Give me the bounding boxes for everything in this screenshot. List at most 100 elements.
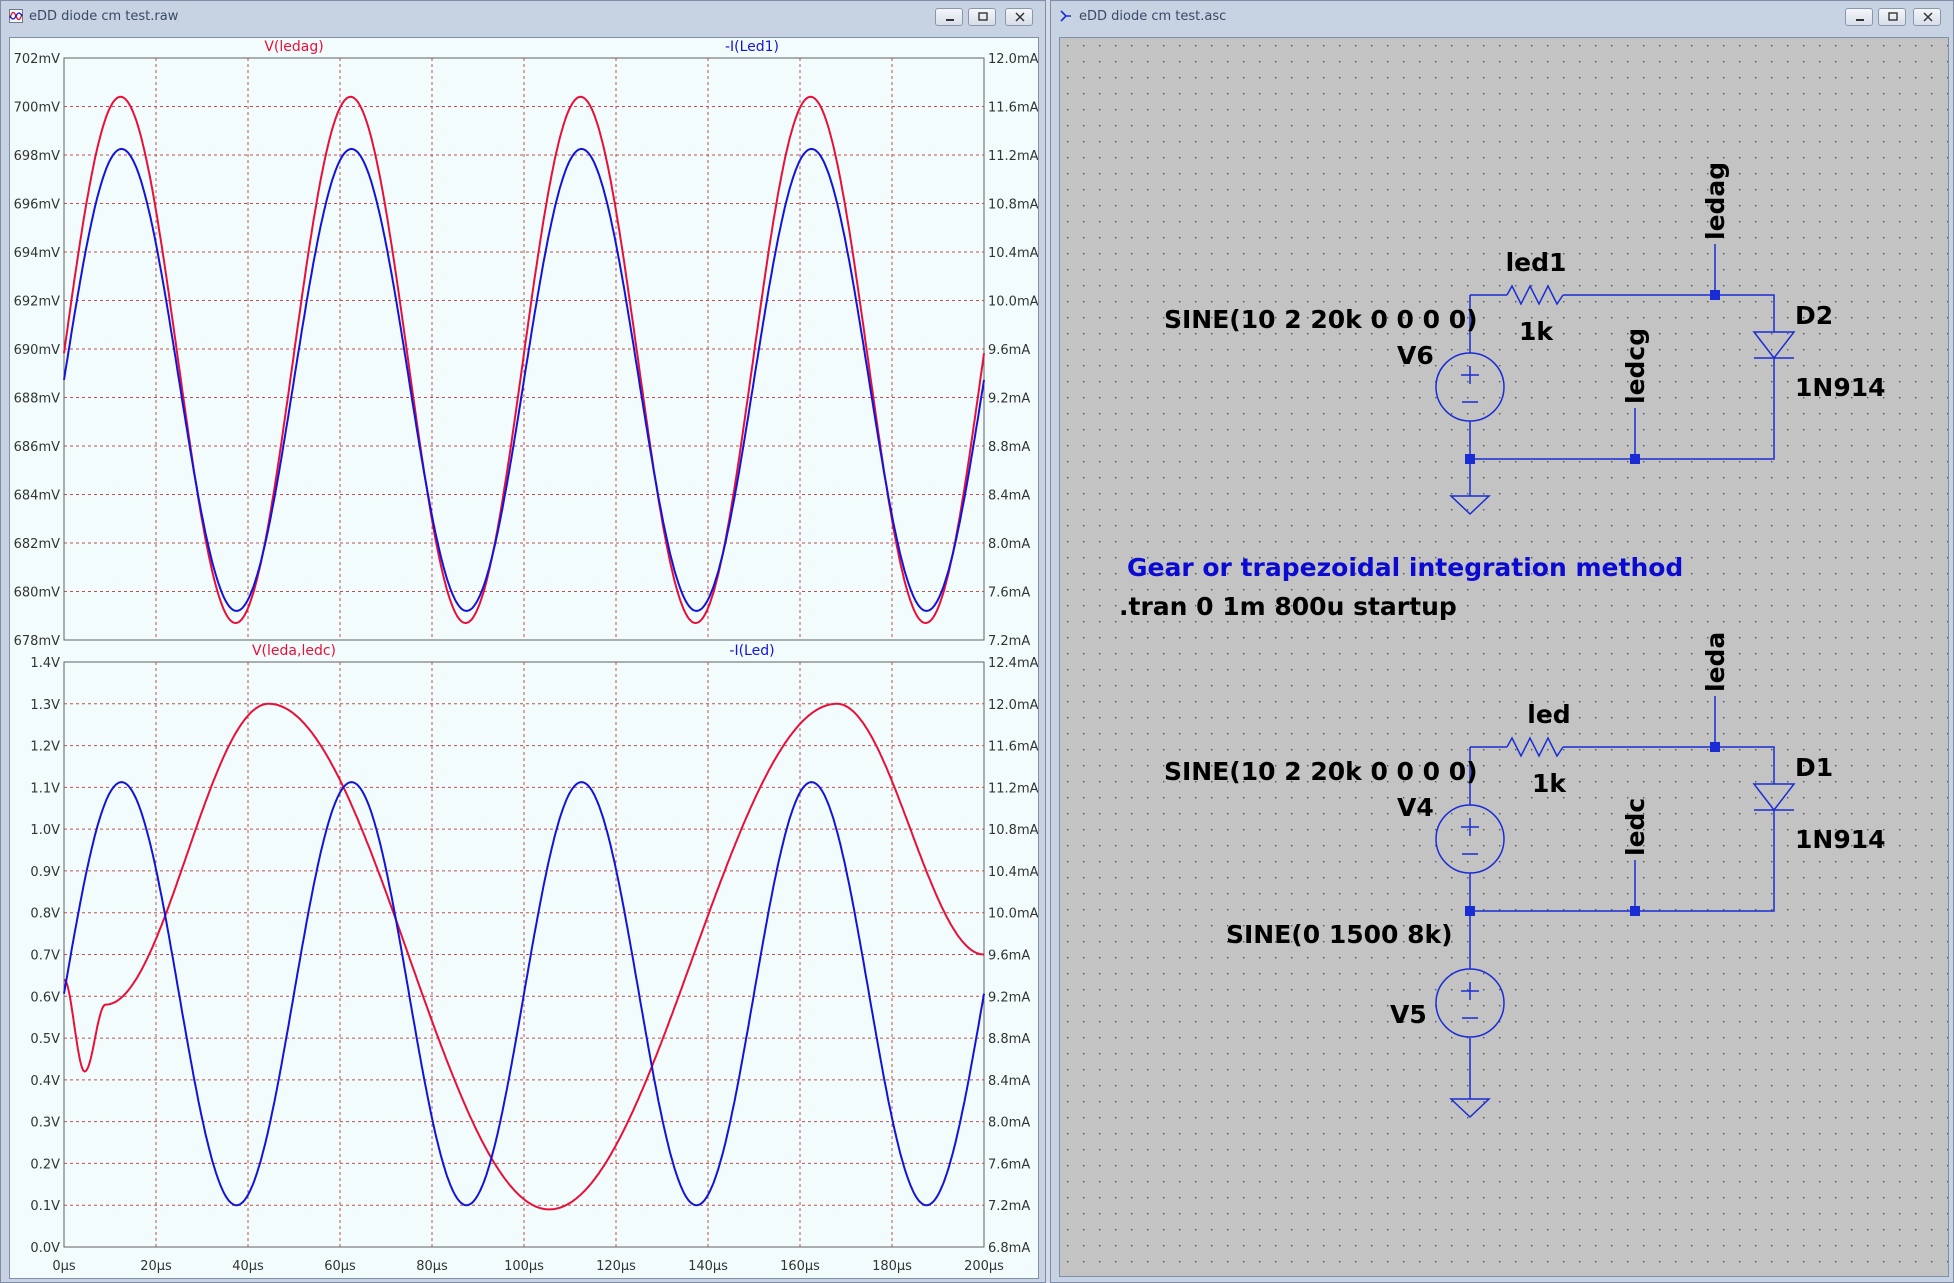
y-right-tick-label: 8.4mA [988,1074,1030,1089]
y-right-tick-label: 9.2mA [988,392,1030,407]
diode-d1-name: D1 [1795,753,1833,782]
node-label-ledcg: ledcg [1621,328,1650,404]
diode-d2-name: D2 [1795,301,1833,330]
y-left-tick-label: 702mV [14,52,60,67]
y-left-tick-label: 700mV [14,101,60,116]
schematic-window: eDD diode cm test.asc SINE(10 2 20k 0 0 … [1050,0,1954,1283]
x-tick-label: 0µs [52,1259,76,1274]
y-left-tick-label: 694mV [14,246,60,261]
y-right-tick-label: 7.2mA [988,1199,1030,1214]
y-right-tick-label: 12.0mA [988,698,1038,713]
legend-label: V(leda,ledc) [252,643,336,659]
y-left-tick-label: 1.4V [30,656,60,671]
x-tick-label: 20µs [140,1259,172,1274]
schematic-window-title: eDD diode cm test.asc [1079,9,1227,24]
y-right-tick-label: 9.6mA [988,343,1030,358]
y-left-tick-label: 1.1V [30,781,60,796]
close-button[interactable] [1005,8,1033,26]
y-right-tick-label: 8.0mA [988,537,1030,552]
legend-label: -I(Led1) [725,39,779,55]
y-right-tick-label: 8.0mA [988,1116,1030,1131]
y-left-tick-label: 0.2V [30,1157,60,1172]
integration-method-comment[interactable]: Gear or trapezoidal integration method [1127,553,1683,582]
y-right-tick-label: 10.0mA [988,295,1038,310]
schematic-app-icon [1060,10,1071,22]
y-right-tick-label: 7.6mA [988,586,1030,601]
y-left-tick-label: 680mV [14,586,60,601]
waveform-window: eDD diode cm test.raw 678mV 680mV 682mV 684… [0,0,1046,1283]
y-left-tick-label: 0.9V [30,865,60,880]
diode-d1-model: 1N914 [1795,825,1886,854]
y-right-tick-label: 7.6mA [988,1157,1030,1172]
restore-button[interactable] [968,8,996,26]
waveform-plot-area[interactable]: 678mV 680mV 682mV 684mV 686mV 688mV 690mV 692mV… [9,37,1039,1279]
waveform-plots[interactable]: 678mV 680mV 682mV 684mV 686mV 688mV 690mV 692mV… [10,38,1038,1278]
y-left-tick-label: 0.0V [30,1241,60,1256]
x-tick-label: 40µs [232,1259,264,1274]
y-left-tick-label: 0.4V [30,1074,60,1089]
x-tick-label: 80µs [416,1259,448,1274]
node-label-leda: leda [1701,632,1730,692]
y-right-tick-label: 11.2mA [988,149,1038,164]
node-label-ledag: ledag [1701,162,1730,240]
y-right-tick-label: 8.8mA [988,1032,1030,1047]
y-left-tick-label: 682mV [14,537,60,552]
x-tick-label: 200µs [964,1259,1004,1274]
minimize-icon [946,19,954,21]
plot-panel-1: 678mV 680mV 682mV 684mV 686mV 688mV 690mV 692mV… [14,39,1038,649]
y-right-tick-label: 7.2mA [988,634,1030,649]
x-tick-label: 60µs [324,1259,356,1274]
v5-source-value: SINE(0 1500 8k) [1226,920,1453,949]
schematic-drawing[interactable]: SINE(10 2 20k 0 0 0 0) V6 led1 1k ledag … [1060,38,1948,1276]
resistor-led1-value: 1k [1519,317,1554,346]
restore-button[interactable] [1878,8,1906,26]
y-right-tick-label: 10.0mA [988,907,1038,922]
tran-directive[interactable]: .tran 0 1m 800u startup [1119,592,1457,621]
v6-source-value: SINE(10 2 20k 0 0 0 0) [1164,305,1478,334]
y-left-tick-label: 0.3V [30,1116,60,1131]
y-left-tick-label: 678mV [14,634,60,649]
y-right-tick-label: 11.6mA [988,740,1038,755]
waveform-titlebar[interactable]: eDD diode cm test.raw [1,1,1045,33]
y-left-tick-label: 688mV [14,392,60,407]
v6-source-name: V6 [1397,341,1434,370]
y-right-tick-label: 10.4mA [988,865,1038,880]
y-left-tick-label: 0.7V [30,949,60,964]
waveform-window-title: eDD diode cm test.raw [29,9,179,24]
y-left-tick-label: 1.0V [30,823,60,838]
legend-label: -I(Led) [729,643,774,659]
x-tick-label: 120µs [596,1259,636,1274]
close-icon [1015,12,1025,22]
y-left-tick-label: 686mV [14,440,60,455]
plot-panel-2: 0µs 20µs 40µs 60µs 80µs 100µs 120µs 140µs 160µs 1… [30,643,1038,1274]
y-right-tick-label: 8.4mA [988,489,1030,504]
y-left-tick-label: 1.2V [30,740,60,755]
schematic-titlebar[interactable]: eDD diode cm test.asc [1051,1,1953,33]
waveform-app-icon [9,9,23,23]
y-right-tick-label: 11.6mA [988,101,1038,116]
resistor-led1-name: led1 [1506,248,1567,277]
x-tick-label: 180µs [872,1259,912,1274]
minimize-icon [1856,19,1864,21]
schematic-grid [1060,38,1948,1276]
resistor-led-value: 1k [1532,769,1567,798]
x-tick-label: 160µs [780,1259,820,1274]
y-right-tick-label: 12.4mA [988,656,1038,671]
y-right-tick-label: 10.8mA [988,823,1038,838]
y-right-tick-label: 10.4mA [988,246,1038,261]
minimize-button[interactable] [1845,8,1873,26]
y-left-tick-label: 0.5V [30,1032,60,1047]
y-left-tick-label: 692mV [14,295,60,310]
minimize-button[interactable] [935,8,963,26]
v5-source-name: V5 [1390,1000,1427,1029]
node-label-ledc: ledc [1621,798,1650,856]
y-right-tick-label: 9.6mA [988,949,1030,964]
close-button[interactable] [1913,8,1941,26]
y-left-tick-label: 698mV [14,149,60,164]
diode-d2-model: 1N914 [1795,373,1886,402]
y-left-tick-label: 0.8V [30,907,60,922]
schematic-canvas[interactable]: SINE(10 2 20k 0 0 0 0) V6 led1 1k ledag … [1059,37,1949,1277]
v4-source-value: SINE(10 2 20k 0 0 0 0) [1164,757,1478,786]
y-right-tick-label: 8.8mA [988,440,1030,455]
restore-icon [978,12,988,21]
